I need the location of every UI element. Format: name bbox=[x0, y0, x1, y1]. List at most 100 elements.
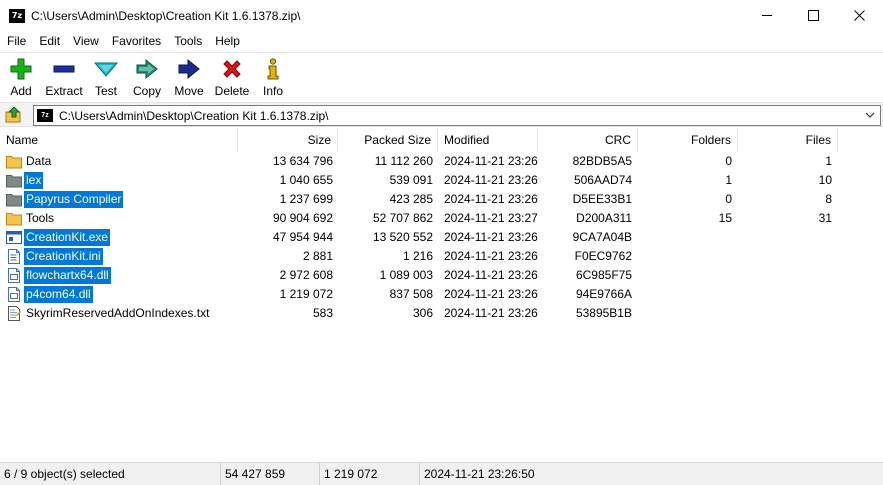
ini-file-icon bbox=[6, 249, 22, 264]
add-label: Add bbox=[10, 84, 32, 98]
exe-file-icon bbox=[6, 230, 22, 245]
close-icon bbox=[853, 10, 865, 21]
cell-modified: 2024-11-21 23:26 bbox=[444, 173, 538, 187]
plus-icon bbox=[9, 57, 33, 81]
cell-packed-size: 52 707 862 bbox=[372, 211, 433, 225]
file-row-skyrimreservedaddonindexes-txt[interactable]: SkyrimReservedAddOnIndexes.txt 583 306 2024… bbox=[0, 304, 883, 323]
cell-name[interactable]: Data bbox=[6, 153, 53, 170]
file-row-papyrus-compiler[interactable]: Papyrus Compiler 1 237 699 423 285 2024-11-… bbox=[0, 190, 883, 209]
move-button[interactable]: Move bbox=[172, 55, 206, 99]
cell-name[interactable]: Tools bbox=[6, 210, 56, 227]
cell-files bbox=[738, 247, 832, 266]
close-button[interactable] bbox=[836, 0, 882, 31]
cell-crc: 6C985F75 bbox=[575, 268, 632, 282]
cell-modified: 2024-11-21 23:26 bbox=[444, 287, 538, 301]
cell-packed-size: 306 bbox=[412, 306, 433, 320]
add-button[interactable]: Add bbox=[7, 55, 35, 99]
column-header-name[interactable]: Name bbox=[0, 128, 238, 152]
cell-files bbox=[738, 266, 832, 285]
cell-crc: 94E9766A bbox=[575, 287, 632, 301]
column-header-modified[interactable]: Modified bbox=[438, 128, 538, 152]
column-header-crc[interactable]: CRC bbox=[538, 128, 638, 152]
status-packed-size: 1 219 072 bbox=[320, 463, 420, 485]
cell-crc: 82BDB5A5 bbox=[572, 154, 632, 168]
minimize-button[interactable] bbox=[744, 0, 790, 31]
cell-packed-size: 11 112 260 bbox=[374, 154, 433, 168]
file-name: p4com64.dll bbox=[24, 286, 93, 303]
menu-file[interactable]: File bbox=[0, 31, 32, 51]
menu-help[interactable]: Help bbox=[208, 31, 246, 51]
extract-button[interactable]: Extract bbox=[44, 55, 84, 99]
file-row-lex[interactable]: lex 1 040 655 539 091 2024-11-21 23:26 506AA… bbox=[0, 171, 883, 190]
menu-view[interactable]: View bbox=[66, 31, 105, 51]
dll-file-icon bbox=[6, 287, 22, 302]
cell-size: 13 634 796 bbox=[272, 154, 333, 168]
file-row-tools[interactable]: Tools 90 904 692 52 707 862 2024-11-21 23:2… bbox=[0, 209, 883, 228]
up-folder-button[interactable] bbox=[4, 106, 24, 124]
column-header-row: Name Size Packed Size Modified CRC Folde… bbox=[0, 128, 883, 152]
copy-button[interactable]: Copy bbox=[132, 55, 162, 99]
menu-edit[interactable]: Edit bbox=[32, 31, 66, 51]
column-header-files[interactable]: Files bbox=[738, 128, 838, 152]
file-name: SkyrimReservedAddOnIndexes.txt bbox=[26, 306, 210, 320]
copy-label: Copy bbox=[132, 84, 161, 98]
cell-files bbox=[738, 304, 832, 323]
cell-size: 2 881 bbox=[302, 249, 333, 263]
maximize-icon bbox=[807, 10, 819, 21]
delete-button[interactable]: Delete bbox=[214, 55, 250, 99]
cell-size: 2 972 608 bbox=[279, 268, 333, 282]
cell-name[interactable]: flowchartx64.dll bbox=[6, 267, 111, 284]
cell-folders bbox=[638, 285, 732, 304]
menu-bar: File Edit View Favorites Tools Help bbox=[0, 31, 883, 51]
cell-crc: D200A311 bbox=[576, 211, 632, 225]
column-header-folders[interactable]: Folders bbox=[638, 128, 738, 152]
test-label: Test bbox=[94, 84, 117, 98]
address-bar: 7z C:\Users\Admin\Desktop\Creation Kit 1… bbox=[0, 102, 883, 127]
cell-files bbox=[738, 285, 832, 304]
cell-crc: 53895B1B bbox=[575, 306, 632, 320]
txt-file-icon bbox=[6, 306, 22, 321]
cell-packed-size: 423 285 bbox=[389, 192, 433, 206]
cell-folders: 15 bbox=[718, 211, 732, 225]
move-arrow-icon bbox=[177, 57, 201, 81]
cell-name[interactable]: CreationKit.ini bbox=[6, 248, 103, 265]
delete-x-icon bbox=[220, 57, 244, 81]
cell-size: 47 954 944 bbox=[272, 230, 333, 244]
cell-name[interactable]: p4com64.dll bbox=[6, 286, 93, 303]
info-label: Info bbox=[262, 84, 283, 98]
file-name: Tools bbox=[26, 211, 55, 225]
cell-name[interactable]: lex bbox=[6, 172, 44, 189]
cell-name[interactable]: CreationKit.exe bbox=[6, 229, 111, 246]
dll-file-icon bbox=[6, 268, 22, 283]
cell-files: 8 bbox=[825, 192, 832, 206]
cell-modified: 2024-11-21 23:26 bbox=[444, 192, 538, 206]
7zip-app-icon: 7z bbox=[9, 8, 25, 23]
column-header-packed-size[interactable]: Packed Size bbox=[338, 128, 438, 152]
info-button[interactable]: Info bbox=[260, 55, 286, 99]
address-input[interactable]: 7z C:\Users\Admin\Desktop\Creation Kit 1… bbox=[33, 105, 881, 126]
file-row-flowchartx64-dll[interactable]: flowchartx64.dll 2 972 608 1 089 003 2024-1… bbox=[0, 266, 883, 285]
cell-size: 90 904 692 bbox=[272, 211, 333, 225]
cell-files bbox=[738, 228, 832, 247]
file-row-data[interactable]: Data 13 634 796 11 112 260 2024-11-21 23:26… bbox=[0, 152, 883, 171]
cell-modified: 2024-11-21 23:26 bbox=[444, 249, 538, 263]
chevron-down-icon[interactable] bbox=[864, 109, 876, 121]
column-header-size[interactable]: Size bbox=[238, 128, 338, 152]
file-row-creationkit-exe[interactable]: CreationKit.exe 47 954 944 13 520 552 2024-… bbox=[0, 228, 883, 247]
file-row-creationkit-ini[interactable]: CreationKit.ini 2 881 1 216 2024-11-21 23:2… bbox=[0, 247, 883, 266]
cell-name[interactable]: SkyrimReservedAddOnIndexes.txt bbox=[6, 305, 211, 322]
menu-favorites[interactable]: Favorites bbox=[105, 31, 167, 51]
cell-size: 1 219 072 bbox=[279, 287, 333, 301]
status-total-size: 54 427 859 bbox=[221, 463, 320, 485]
7zip-archive-icon: 7z bbox=[37, 109, 53, 122]
menu-tools[interactable]: Tools bbox=[167, 31, 208, 51]
file-row-p4com64-dll[interactable]: p4com64.dll 1 219 072 837 508 2024-11-21 23… bbox=[0, 285, 883, 304]
cell-folders: 0 bbox=[725, 154, 732, 168]
cell-folders bbox=[638, 247, 732, 266]
maximize-button[interactable] bbox=[790, 0, 836, 31]
cell-name[interactable]: Papyrus Compiler bbox=[6, 191, 124, 208]
cell-packed-size: 539 091 bbox=[389, 173, 433, 187]
cell-crc: F0EC9762 bbox=[574, 249, 632, 263]
file-name: CreationKit.ini bbox=[24, 248, 103, 265]
test-button[interactable]: Test bbox=[92, 55, 120, 99]
